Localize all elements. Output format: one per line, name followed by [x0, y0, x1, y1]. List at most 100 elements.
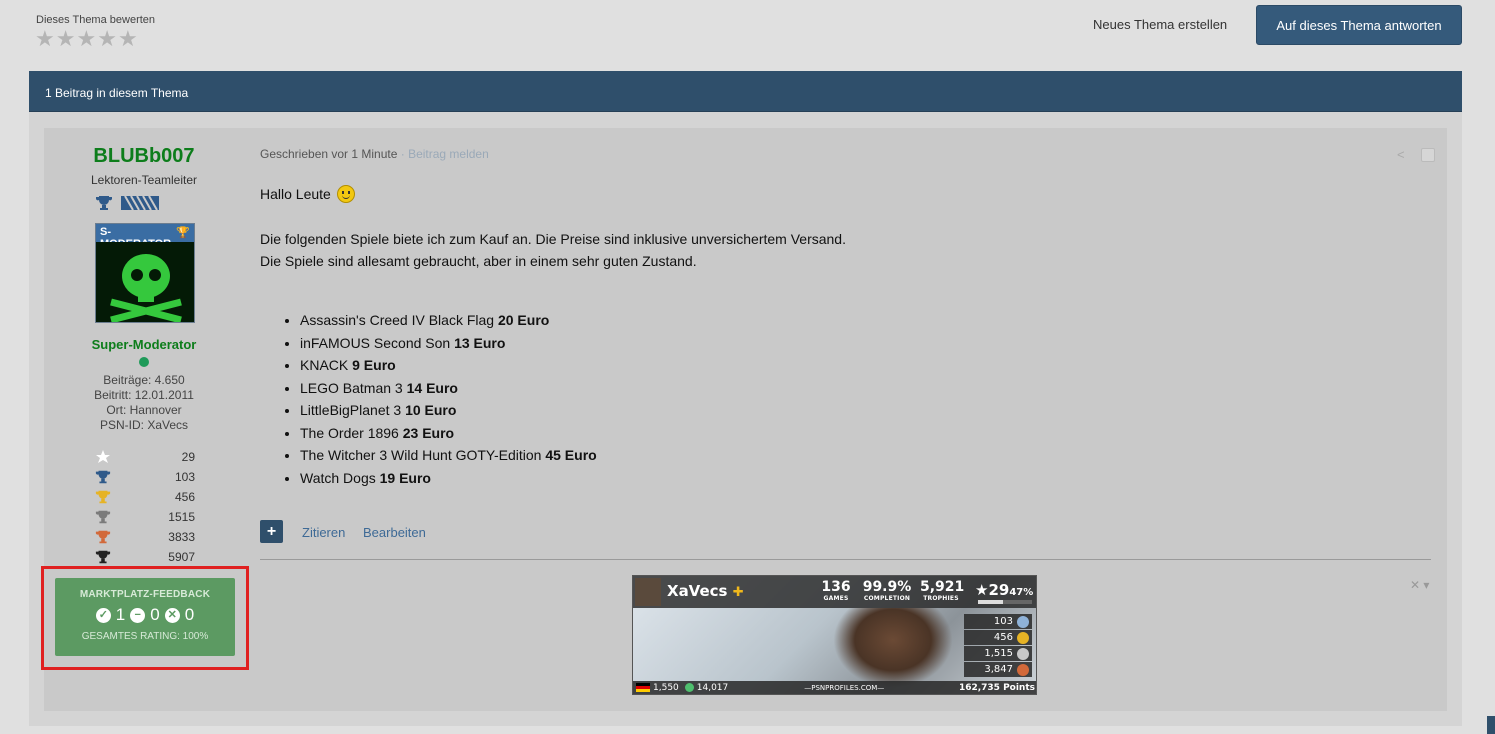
list-item: Assassin's Creed IV Black Flag 20 Euro — [300, 309, 1410, 332]
post-date: Geschrieben vor 1 Minute — [260, 147, 398, 161]
banner-name: XaVecs — [667, 582, 728, 600]
banner-completion-label: COMPLETION — [863, 595, 911, 602]
platinum-icon — [1017, 615, 1029, 628]
gold-count: 456 — [993, 632, 1013, 643]
trophy-count: 29 — [181, 450, 195, 464]
trophy-icon — [95, 490, 111, 504]
star-icon[interactable]: ★ — [56, 28, 76, 50]
game-name: The Witcher 3 Wild Hunt GOTY-Edition — [300, 447, 546, 463]
list-item: The Order 1896 23 Euro — [300, 422, 1410, 445]
banner-level-value: 29 — [988, 581, 1010, 599]
share-icon[interactable]: < — [1397, 147, 1405, 162]
gold-icon — [1017, 631, 1029, 644]
trophy-icon — [95, 530, 111, 544]
banner-avatar — [635, 578, 661, 606]
banner-artwork — [833, 608, 953, 688]
trophy-row: 103 — [95, 467, 195, 487]
trophy-icon — [95, 510, 111, 524]
smiley-icon — [336, 185, 355, 203]
silver-count: 1,515 — [984, 648, 1013, 659]
signature-hide-icon[interactable]: ✕ ▾ — [1410, 578, 1429, 592]
author-name[interactable]: BLUBb007 — [44, 145, 244, 168]
game-price: 45 Euro — [545, 447, 597, 463]
germany-flag-icon — [636, 683, 650, 692]
banner-silver: 1,515 — [964, 646, 1032, 661]
trophy-icon: 🏆 — [176, 227, 190, 239]
intro-line: Die Spiele sind allesamt gebraucht, aber… — [260, 253, 697, 269]
star-icon[interactable]: ★ — [76, 28, 96, 50]
marketplace-feedback[interactable]: MARKTPLATZ-FEEDBACK ✓ 1 − 0 ✕ 0 GESAMTES… — [55, 578, 235, 656]
list-item: inFAMOUS Second Son 13 Euro — [300, 332, 1410, 355]
bronze-icon — [1017, 663, 1029, 676]
rating-stars[interactable]: ★ ★ ★ ★ ★ — [35, 28, 138, 50]
author-badges — [95, 195, 159, 211]
psn-profile-banner[interactable]: XaVecs ✚ 136 GAMES 99.9% COMPLETION 5,92… — [632, 575, 1037, 695]
psplus-icon: ✚ — [732, 585, 744, 600]
banner-points: 162,735 Points — [958, 682, 1035, 693]
trophy-icon — [95, 470, 111, 484]
report-link[interactable]: · Beitrag melden — [397, 147, 489, 161]
level-progress — [978, 600, 1032, 604]
list-item: The Witcher 3 Wild Hunt GOTY-Edition 45 … — [300, 444, 1410, 467]
reply-button[interactable]: Auf dieses Thema antworten — [1256, 5, 1462, 45]
banner-header: XaVecs ✚ 136 GAMES 99.9% COMPLETION 5,92… — [633, 576, 1036, 608]
trophy-row: 29 — [95, 447, 195, 467]
avatar-label: S-MODERATOR — [100, 226, 171, 250]
game-price: 19 Euro — [379, 469, 431, 486]
game-price: 14 Euro — [406, 379, 458, 396]
trophy-badge-icon — [96, 196, 112, 210]
list-item: LittleBigPlanet 3 10 Euro — [300, 399, 1410, 422]
feedback-positive: 1 — [115, 605, 126, 624]
minus-icon: − — [130, 607, 146, 623]
trophy-list: 29 103 456 1515 3833 5907 — [95, 447, 195, 567]
silver-icon — [1017, 647, 1029, 660]
game-name: LittleBigPlanet 3 — [300, 402, 406, 418]
trophy-icon — [95, 550, 111, 564]
cross-icon: ✕ — [164, 607, 180, 623]
author-psn-id: PSN-ID: XaVecs — [99, 418, 189, 432]
banner-trophies-value: 5,921 — [920, 579, 965, 595]
star-icon[interactable]: ★ — [97, 28, 117, 50]
new-topic-link[interactable]: Neues Thema erstellen — [1093, 17, 1227, 32]
world-rank: 14,017 — [696, 682, 729, 693]
banner-trophies: 5,921 TROPHIES — [920, 579, 965, 602]
skull-icon — [96, 242, 194, 322]
level-progress-fill — [978, 600, 1004, 604]
trophy-row: 1515 — [95, 507, 195, 527]
author-joined: Beitritt: 12.01.2011 — [94, 388, 194, 402]
bronze-count: 3,847 — [984, 664, 1013, 675]
feedback-title: MARKTPLATZ-FEEDBACK — [79, 589, 211, 600]
star-icon[interactable]: ★ — [118, 28, 138, 50]
avatar[interactable]: S-MODERATOR 🏆 — [95, 223, 195, 323]
country-rank: 1,550 — [653, 682, 679, 693]
game-price: 13 Euro — [454, 334, 506, 351]
star-icon[interactable]: ★ — [35, 28, 55, 50]
topic-count-bar: 1 Beitrag in diesem Thema — [29, 71, 1462, 112]
edit-button[interactable]: Bearbeiten — [363, 525, 426, 540]
list-item: Watch Dogs 19 Euro — [300, 467, 1410, 490]
world-icon — [684, 683, 694, 692]
banner-footer: 1,550 14,017 —PSNPROFILES.COM— 162,735 P… — [633, 681, 1036, 694]
greeting-text: Hallo Leute — [260, 186, 331, 202]
star-icon — [96, 450, 110, 463]
trophy-row: 5907 — [95, 547, 195, 567]
trophy-row: 456 — [95, 487, 195, 507]
post-meta: Geschrieben vor 1 Minute · Beitrag melde… — [260, 147, 489, 161]
quote-button[interactable]: Zitieren — [302, 525, 345, 540]
trophy-count: 1515 — [168, 510, 195, 524]
game-name: The Order 1896 — [300, 424, 403, 441]
platinum-count: 103 — [993, 616, 1013, 627]
scrollbar-thumb[interactable] — [1487, 716, 1495, 734]
list-item: LEGO Batman 3 14 Euro — [300, 377, 1410, 400]
check-icon: ✓ — [95, 607, 111, 623]
multiquote-button[interactable]: + — [260, 520, 283, 543]
select-checkbox[interactable] — [1421, 148, 1435, 162]
post-content: Hallo Leute Die folgenden Spiele biete i… — [260, 183, 1410, 489]
rating-label: Dieses Thema bewerten — [36, 14, 156, 26]
game-price: 9 Euro — [352, 357, 396, 373]
banner-trophies-label: TROPHIES — [923, 595, 959, 602]
game-name: inFAMOUS Second Son — [300, 334, 455, 351]
intro-line: Die folgenden Spiele biete ich zum Kauf … — [260, 231, 846, 247]
banner-level-pct: 47% — [1009, 587, 1034, 598]
author-title: Lektoren-Teamleiter — [90, 173, 198, 187]
